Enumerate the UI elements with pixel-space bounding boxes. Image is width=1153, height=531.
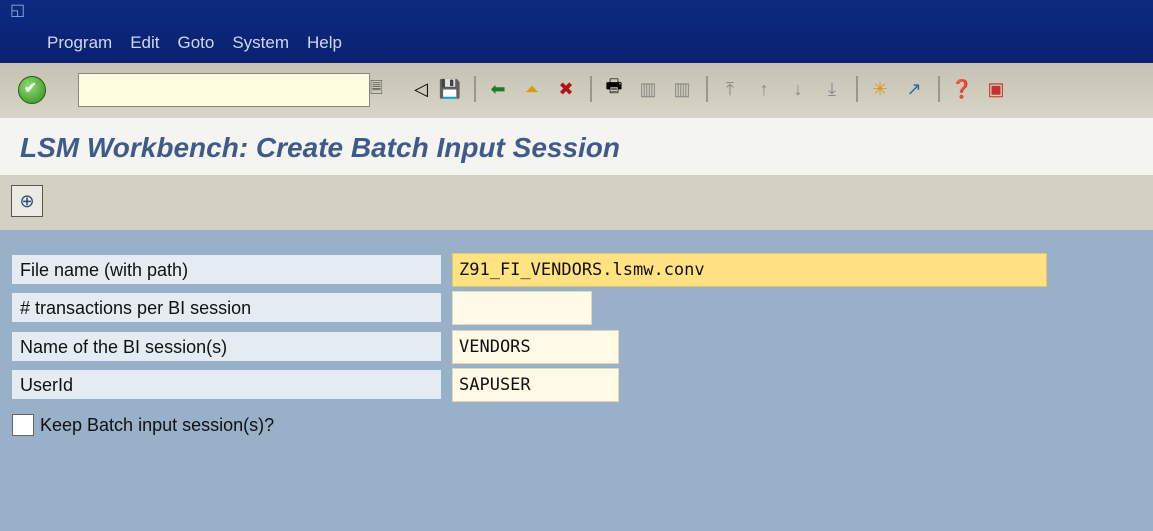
- previous-page-icon[interactable]: ↑: [750, 75, 778, 103]
- back-arrow-icon[interactable]: ◁: [412, 75, 430, 103]
- file-name-input[interactable]: Z91_FI_VENDORS.lsmw.conv: [452, 253, 1047, 287]
- transactions-input[interactable]: [452, 291, 592, 325]
- execute-icon[interactable]: ⊕: [11, 185, 43, 217]
- menu-program[interactable]: Program: [47, 33, 112, 53]
- last-page-icon[interactable]: ⤓: [818, 75, 846, 103]
- application-toolbar: [0, 175, 1153, 231]
- help-icon[interactable]: ❓: [948, 75, 976, 103]
- menu-bar: ◱ Program Edit Goto System Help: [0, 0, 1153, 63]
- customize-layout-icon[interactable]: ▣: [982, 75, 1010, 103]
- save-icon[interactable]: 💾: [436, 75, 464, 103]
- menu-goto[interactable]: Goto: [177, 33, 214, 53]
- toolbar-separator: [474, 76, 476, 102]
- menu-edit[interactable]: Edit: [130, 33, 159, 53]
- userid-label: UserId: [12, 370, 441, 400]
- page-title: LSM Workbench: Create Batch Input Sessio…: [20, 132, 621, 163]
- find-icon[interactable]: ▥: [634, 75, 662, 103]
- standard-toolbar: 🗏 ◁ 💾 ⬅ ⏶ ✖ 🖶 ▥ ▥ ⤒ ↑ ↓ ⤓ ✳ ↗ ❓ ▣: [0, 63, 1153, 119]
- exit-icon[interactable]: ⏶: [518, 75, 546, 103]
- userid-input[interactable]: SAPUSER: [452, 368, 619, 402]
- keep-session-label: Keep Batch input session(s)?: [40, 414, 275, 435]
- toolbar-separator: [590, 76, 592, 102]
- session-name-input[interactable]: VENDORS: [452, 330, 619, 364]
- toolbar-separator: [938, 76, 940, 102]
- transactions-label: # transactions per BI session: [12, 293, 441, 323]
- next-page-icon[interactable]: ↓: [784, 75, 812, 103]
- back-icon[interactable]: ⬅: [484, 75, 512, 103]
- print-icon[interactable]: 🖶: [600, 75, 628, 103]
- enter-icon[interactable]: [18, 76, 46, 104]
- menu-items: Program Edit Goto System Help: [47, 33, 360, 53]
- session-name-label: Name of the BI session(s): [12, 332, 441, 362]
- system-menu-icon[interactable]: ◱: [10, 0, 25, 20]
- create-session-icon[interactable]: ✳: [866, 75, 894, 103]
- file-name-label: File name (with path): [12, 255, 441, 285]
- first-page-icon[interactable]: ⤒: [716, 75, 744, 103]
- generate-shortcut-icon[interactable]: ↗: [900, 75, 928, 103]
- menu-system[interactable]: System: [232, 33, 289, 53]
- cancel-icon[interactable]: ✖: [552, 75, 580, 103]
- command-field-button-icon[interactable]: 🗏: [370, 77, 388, 101]
- menu-help[interactable]: Help: [307, 33, 342, 53]
- toolbar-separator: [706, 76, 708, 102]
- toolbar-separator: [856, 76, 858, 102]
- keep-session-row: Keep Batch input session(s)?: [12, 414, 274, 436]
- command-field[interactable]: [78, 73, 370, 107]
- find-next-icon[interactable]: ▥: [668, 75, 696, 103]
- keep-session-checkbox[interactable]: [12, 414, 34, 436]
